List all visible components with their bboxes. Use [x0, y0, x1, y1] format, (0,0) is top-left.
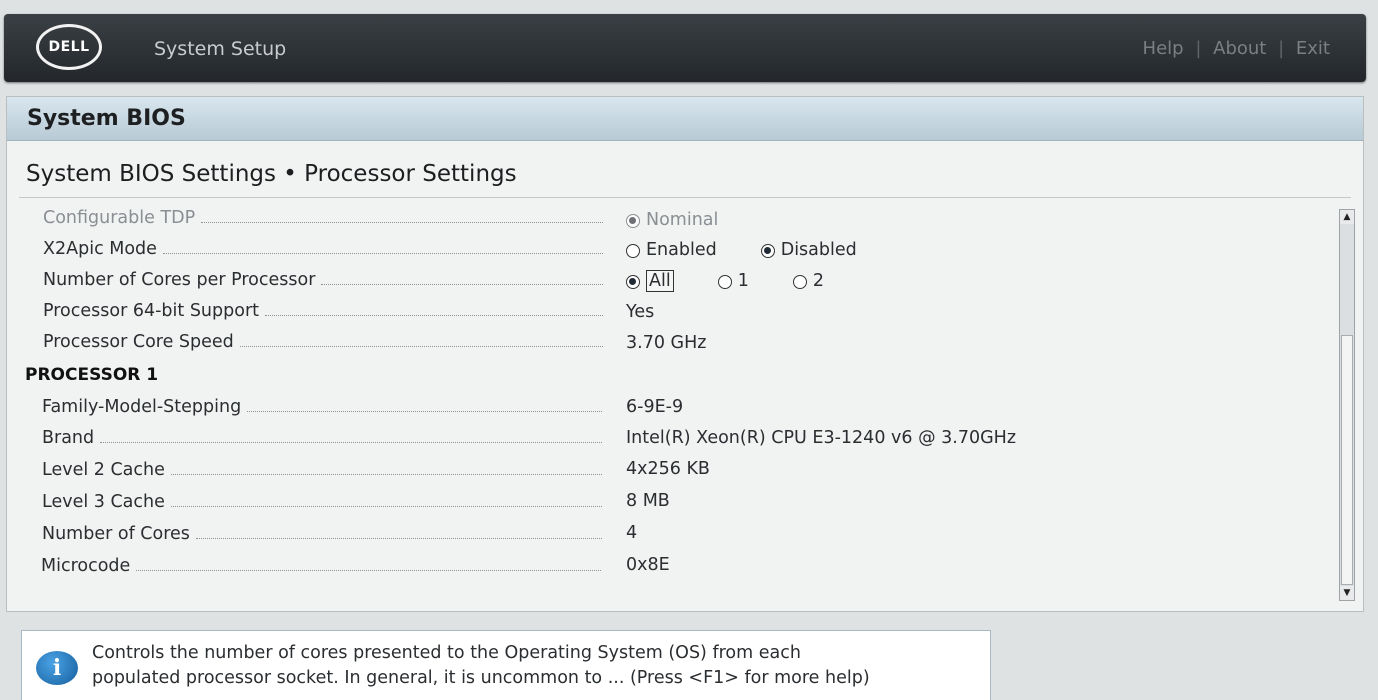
setting-core-speed: Processor Core Speed: [43, 329, 603, 355]
cores-per-processor-options: All 1 2: [626, 268, 868, 294]
info-l2-cache: Level 2 Cache: [42, 457, 602, 483]
radio-nominal: [626, 214, 640, 228]
radio-1[interactable]: [717, 275, 732, 289]
x2apic-enabled-option[interactable]: Enabled: [626, 240, 717, 260]
x2apic-disabled-option[interactable]: Disabled: [760, 240, 857, 260]
x2apic-mode-options: Enabled Disabled: [626, 237, 901, 263]
page-subtitle: System BIOS Settings • Processor Setting…: [26, 161, 517, 187]
dotted-leader: [162, 252, 603, 254]
dotted-leader: [247, 410, 602, 412]
processor-64bit-value: Yes: [626, 302, 655, 322]
exit-link[interactable]: Exit: [1296, 38, 1330, 59]
configurable-tdp-value: Nominal: [626, 207, 718, 233]
setting-label: Processor Core Speed: [43, 332, 234, 352]
info-label: Brand: [42, 428, 95, 448]
option-label: All: [646, 270, 674, 292]
option-label: 2: [812, 271, 824, 291]
help-line-1: Controls the number of cores presented t…: [92, 643, 801, 663]
dotted-leader: [195, 537, 602, 539]
scroll-down-icon[interactable]: ▼: [1340, 586, 1354, 600]
settings-scrollbar[interactable]: ▲ ▼: [1339, 209, 1355, 601]
radio-enabled[interactable]: [626, 244, 640, 258]
scroll-up-icon[interactable]: ▲: [1340, 210, 1354, 224]
help-text: Controls the number of cores presented t…: [92, 641, 972, 691]
info-microcode: Microcode: [41, 553, 601, 579]
radio-2[interactable]: [792, 275, 807, 289]
about-link[interactable]: About: [1213, 38, 1266, 59]
radio-disabled[interactable]: [760, 244, 775, 258]
dotted-leader: [170, 505, 602, 507]
system-bios-panel: System BIOS System BIOS Settings • Proce…: [6, 96, 1364, 612]
option-label: Disabled: [780, 240, 857, 260]
info-icon: i: [36, 651, 78, 685]
setting-cores-per-processor: Number of Cores per Processor: [43, 267, 603, 293]
info-num-cores: Number of Cores: [42, 521, 602, 547]
top-bar: DELL System Setup Help | About | Exit: [4, 14, 1366, 82]
panel-title: System BIOS: [7, 97, 1363, 141]
dotted-leader: [201, 221, 603, 223]
nav-separator: |: [1278, 38, 1285, 59]
help-line-2: populated processor socket. In general, …: [92, 668, 870, 688]
option-label: Enabled: [646, 240, 717, 260]
setting-label: Number of Cores per Processor: [43, 270, 316, 290]
logo-text: DELL: [48, 39, 90, 55]
setting-label: Processor 64-bit Support: [43, 301, 260, 321]
settings-list: Configurable TDP Nominal X2Apic Mode Ena…: [7, 201, 1345, 611]
dotted-leader: [265, 314, 603, 316]
family-model-stepping-value: 6-9E-9: [626, 397, 684, 417]
dell-logo: DELL: [36, 24, 102, 70]
help-description-box: i Controls the number of cores presented…: [21, 630, 991, 700]
core-speed-value: 3.70 GHz: [626, 333, 707, 353]
info-label: Number of Cores: [42, 524, 190, 544]
dotted-leader: [239, 345, 603, 347]
subtitle-divider: [19, 197, 1351, 198]
scroll-thumb[interactable]: [1341, 335, 1353, 585]
option-label: 1: [737, 271, 749, 291]
nav-separator: |: [1195, 38, 1202, 59]
brand-value: Intel(R) Xeon(R) CPU E3-1240 v6 @ 3.70GH…: [626, 428, 1016, 448]
num-cores-value: 4: [626, 523, 638, 543]
cores-2-option[interactable]: 2: [792, 271, 824, 291]
info-label: Family-Model-Stepping: [42, 397, 242, 417]
cores-1-option[interactable]: 1: [717, 271, 749, 291]
cores-all-option[interactable]: All: [626, 270, 674, 292]
setting-x2apic-mode: X2Apic Mode: [43, 236, 603, 262]
dotted-leader: [170, 473, 602, 475]
info-family-model-stepping: Family-Model-Stepping: [42, 394, 602, 420]
microcode-value: 0x8E: [626, 555, 670, 575]
setting-label: Configurable TDP: [43, 208, 196, 228]
configurable-tdp-text: Nominal: [646, 210, 719, 230]
l2-cache-value: 4x256 KB: [626, 459, 710, 479]
dotted-leader: [136, 569, 601, 571]
info-label: Microcode: [41, 556, 131, 576]
setting-processor-64bit: Processor 64-bit Support: [43, 298, 603, 324]
setting-label: X2Apic Mode: [43, 239, 157, 259]
radio-all[interactable]: [626, 275, 640, 289]
dotted-leader: [321, 283, 603, 285]
info-brand: Brand: [42, 425, 602, 451]
setting-configurable-tdp: Configurable TDP: [43, 205, 603, 231]
info-label: Level 3 Cache: [42, 492, 165, 512]
top-nav: Help | About | Exit: [1143, 38, 1330, 59]
help-link[interactable]: Help: [1143, 38, 1184, 59]
processor-1-heading: PROCESSOR 1: [25, 365, 159, 385]
l3-cache-value: 8 MB: [626, 491, 670, 511]
dotted-leader: [100, 441, 602, 443]
app-title: System Setup: [154, 38, 287, 60]
info-l3-cache: Level 3 Cache: [42, 489, 602, 515]
info-label: Level 2 Cache: [42, 460, 165, 480]
